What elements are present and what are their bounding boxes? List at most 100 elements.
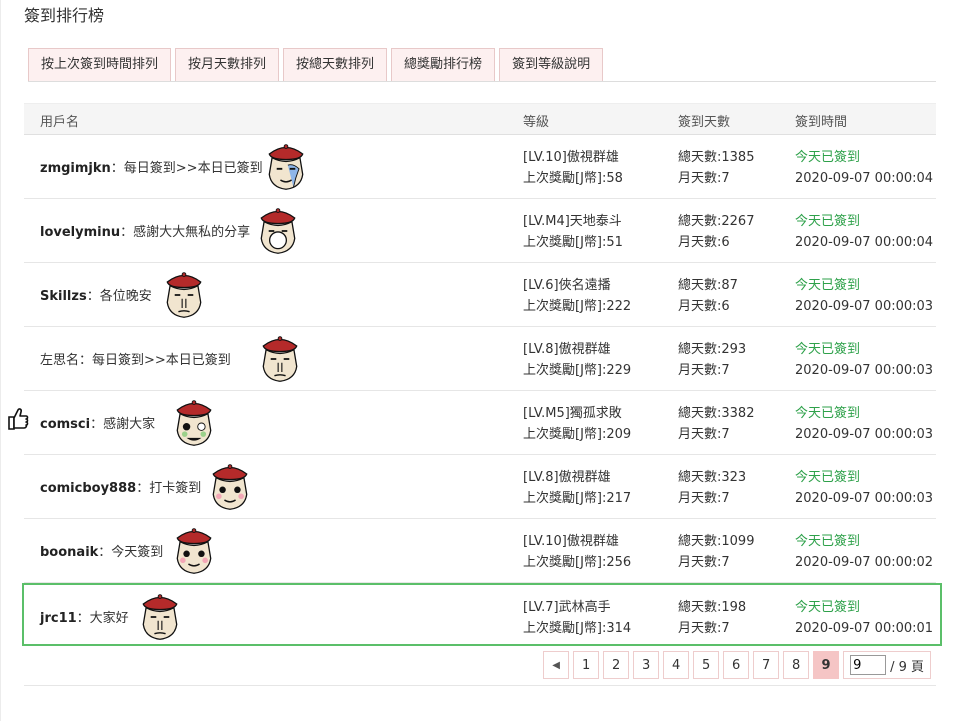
checkin-status: 今天已簽到 [795, 214, 861, 229]
user-cell: boonaik：今天簽到 [40, 541, 163, 560]
tab-sort-by-total-days[interactable]: 按總天數排列 [283, 48, 388, 81]
mood-emoticon-icon [172, 397, 216, 449]
table-row: comicboy888：打卡簽到 [LV.8]傲視群雄上次獎勵[J幣]:217 總天… [24, 455, 936, 519]
level-label: [LV.6]俠名遠播 [523, 278, 611, 293]
mood-emoticon-icon [256, 205, 300, 257]
checkin-message: ：每日簽到>>本日已簽到 [110, 161, 263, 176]
username-link[interactable]: jrc11 [40, 611, 77, 626]
time-cell: 今天已簽到 2020-09-07 00:00:03 [795, 275, 933, 317]
checkin-message: ：大家好 [76, 611, 129, 626]
user-cell: lovelyminu：感謝大大無私的分享 [40, 221, 250, 240]
tab-level-description[interactable]: 簽到等級說明 [499, 48, 604, 81]
user-cell: comsci：感謝大家 [40, 413, 155, 432]
last-reward: 上次獎勵[J幣]:217 [523, 491, 632, 506]
total-days: 總天數:2267 [678, 214, 755, 229]
total-days: 總天數:1385 [678, 150, 755, 165]
user-cell: comicboy888：打卡簽到 [40, 477, 201, 496]
mood-emoticon-icon [264, 141, 308, 193]
level-label: [LV.M4]天地泰斗 [523, 214, 622, 229]
mood-emoticon-icon [138, 591, 182, 643]
checkin-time: 2020-09-07 00:00:02 [795, 555, 934, 570]
page-button-3[interactable]: 3 [633, 651, 660, 679]
level-cell: [LV.10]傲視群雄 上次獎勵[J幣]:256 [523, 531, 631, 573]
page-jump-input[interactable] [850, 655, 887, 675]
total-days: 總天數:3382 [678, 406, 755, 421]
bottom-divider [24, 685, 936, 686]
level-label: [LV.7]武林高手 [523, 600, 611, 615]
header-days: 簽到天數 [678, 115, 731, 130]
last-reward: 上次獎勵[J幣]:314 [523, 621, 632, 636]
username-link[interactable]: comicboy888 [40, 481, 136, 496]
checkin-time: 2020-09-07 00:00:03 [795, 363, 934, 378]
days-cell: 總天數:1099 月天數:7 [678, 531, 754, 573]
tab-reward-ranking[interactable]: 總獎勵排行榜 [391, 48, 496, 81]
checkin-message: 左思名：每日簽到>>本日已簽到 [40, 353, 231, 368]
page-button-1[interactable]: 1 [573, 651, 600, 679]
level-cell: [LV.M5]獨孤求敗 上次獎勵[J幣]:209 [523, 403, 631, 445]
last-reward: 上次獎勵[J幣]:51 [523, 235, 623, 250]
level-cell: [LV.8]傲視群雄上次獎勵[J幣]:217 [523, 467, 631, 509]
username-link[interactable]: Skillzs [40, 289, 87, 304]
last-reward: 上次獎勵[J幣]:209 [523, 427, 632, 442]
days-cell: 總天數:323 月天數:7 [678, 467, 746, 509]
days-cell: 總天數:293 月天數:7 [678, 339, 746, 381]
time-cell: 今天已簽到 2020-09-07 00:00:03 [795, 467, 933, 509]
checkin-status: 今天已簽到 [795, 150, 861, 165]
level-cell: [LV.M4]天地泰斗 上次獎勵[J幣]:51 [523, 211, 623, 253]
level-cell: [LV.7]武林高手上次獎勵[J幣]:314 [523, 597, 631, 639]
month-days: 月天數:6 [678, 299, 730, 314]
month-days: 月天數:7 [678, 491, 730, 506]
page-button-7[interactable]: 7 [753, 651, 780, 679]
page-button-8[interactable]: 8 [783, 651, 810, 679]
level-label: [LV.10]傲視群雄 [523, 150, 619, 165]
time-cell: 今天已簽到 2020-09-07 00:00:02 [795, 531, 933, 573]
checkin-time: 2020-09-07 00:00:04 [795, 235, 934, 250]
page-jump: / 9 頁 [843, 651, 931, 679]
page-button-5[interactable]: 5 [693, 651, 720, 679]
page-button-4[interactable]: 4 [663, 651, 690, 679]
prev-page-button[interactable]: ◀ [543, 651, 570, 679]
tab-sort-by-last-checkin[interactable]: 按上次簽到時間排列 [28, 48, 172, 81]
last-reward: 上次獎勵[J幣]:256 [523, 555, 632, 570]
checkin-message: ：感謝大家 [90, 417, 156, 432]
days-cell: 總天數:3382 月天數:7 [678, 403, 754, 445]
page-button-9[interactable]: 9 [813, 651, 840, 679]
username-link[interactable]: lovelyminu [40, 225, 120, 240]
username-link[interactable]: comsci [40, 417, 90, 432]
page-title: 簽到排行榜 [24, 6, 105, 25]
username-link[interactable]: boonaik [40, 545, 98, 560]
total-days: 總天數:293 [678, 342, 747, 357]
header-time: 簽到時間 [795, 115, 848, 130]
table-row: comsci：感謝大家 [LV.M5]獨孤求敗 上次獎勵[J幣]:209 總天數:33… [24, 391, 936, 455]
left-border [0, 0, 1, 721]
month-days: 月天數:7 [678, 427, 730, 442]
checkin-message: ：打卡簽到 [136, 481, 202, 496]
user-cell: 左思名：每日簽到>>本日已簽到 [40, 349, 231, 368]
table-row: boonaik：今天簽到 [LV.10]傲視群雄 上次獎勵[J幣]:256 總天數:1… [24, 519, 936, 583]
last-reward: 上次獎勵[J幣]:229 [523, 363, 632, 378]
checkin-message: ：今天簽到 [98, 545, 164, 560]
page-button-6[interactable]: 6 [723, 651, 750, 679]
tabs-divider [28, 81, 936, 82]
page-button-2[interactable]: 2 [603, 651, 630, 679]
month-days: 月天數:6 [678, 235, 730, 250]
header-level: 等級 [523, 115, 550, 130]
checkin-time: 2020-09-07 00:00:04 [795, 171, 934, 186]
checkin-status: 今天已簽到 [795, 470, 861, 485]
ranking-table: 用戶名 等級 簽到天數 簽到時間 zmgimjkn：每日簽到>>本日已簽到 [LV… [22, 103, 942, 646]
level-cell: [LV.10]傲視群雄 上次獎勵[J幣]:58 [523, 147, 623, 189]
table-row: jrc11：大家好 [LV.7]武林高手上次獎勵[J幣]:314 總天數:198 月天… [22, 583, 942, 646]
total-days: 總天數:87 [678, 278, 738, 293]
time-cell: 今天已簽到 2020-09-07 00:00:03 [795, 403, 933, 445]
days-cell: 總天數:198 月天數:7 [678, 597, 746, 639]
tab-sort-by-month-days[interactable]: 按月天數排列 [175, 48, 280, 81]
table-header: 用戶名 等級 簽到天數 簽到時間 [24, 103, 936, 135]
time-cell: 今天已簽到 2020-09-07 00:00:04 [795, 147, 933, 189]
username-link[interactable]: zmgimjkn [40, 161, 111, 176]
table-row: Skillzs：各位晚安 [LV.6]俠名遠播 上次獎勵[J幣]:222 總天數:87… [24, 263, 936, 327]
level-label: [LV.10]傲視群雄 [523, 534, 619, 549]
total-days: 總天數:323 [678, 470, 747, 485]
mood-emoticon-icon [172, 525, 216, 577]
level-label: [LV.8]傲視群雄 [523, 470, 611, 485]
mood-emoticon-icon [208, 461, 252, 513]
